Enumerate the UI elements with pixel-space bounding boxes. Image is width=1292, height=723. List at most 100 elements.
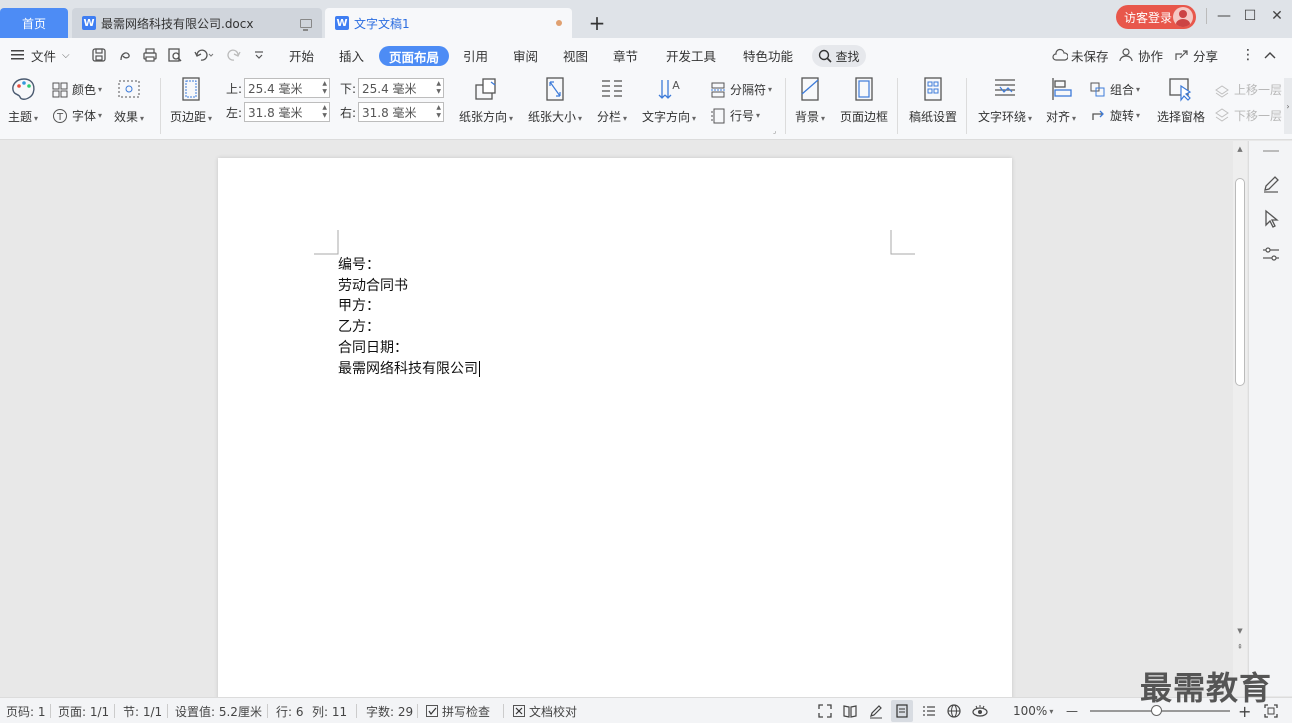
print-icon[interactable] xyxy=(142,38,158,72)
undo-icon[interactable] xyxy=(193,38,215,72)
monitor-icon[interactable] xyxy=(300,18,312,31)
menu-special-features[interactable]: 特色功能 xyxy=(743,38,793,72)
visitor-login-button[interactable]: 访客登录 xyxy=(1116,5,1196,29)
bring-forward-button[interactable]: 上移一层 xyxy=(1214,81,1282,98)
status-column[interactable]: 列: 11 xyxy=(312,698,347,723)
spell-check-button[interactable]: 拼写检查 xyxy=(426,698,490,723)
more-options-icon[interactable]: ⋮ xyxy=(1241,38,1255,72)
orientation-button[interactable]: 纸张方向 ▾ xyxy=(459,76,513,125)
export-pdf-icon[interactable] xyxy=(117,38,133,72)
margin-left-input[interactable]: 31.8 毫米 ▲ ▼ xyxy=(244,102,330,122)
margin-right-input[interactable]: 31.8 毫米 ▲ ▼ xyxy=(358,102,444,122)
unsaved-dot-icon[interactable] xyxy=(556,20,562,26)
margin-top-spinner[interactable]: 上: 25.4 毫米 ▲ ▼ xyxy=(226,78,330,98)
paper-size-button[interactable]: 纸张大小 ▾ xyxy=(528,76,582,125)
file-menu[interactable]: 文件 ⌵ xyxy=(10,38,70,72)
rotate-button[interactable]: 旋转 ▾ xyxy=(1090,107,1140,124)
zoom-out-button[interactable]: — xyxy=(1066,698,1078,723)
margin-right-spinner[interactable]: 右: 31.8 毫米 ▲ ▼ xyxy=(340,102,444,122)
document-line-last: 最需网络科技有限公司 xyxy=(338,360,480,377)
menu-view[interactable]: 视图 xyxy=(563,38,588,72)
menu-review[interactable]: 审阅 xyxy=(513,38,538,72)
send-backward-icon xyxy=(1215,107,1229,122)
close-button[interactable]: ✕ xyxy=(1267,6,1287,26)
margin-bottom-spinner[interactable]: 下: 25.4 毫米 ▲ ▼ xyxy=(340,78,444,98)
theme-button[interactable]: 主题 ▾ xyxy=(8,76,38,125)
line-numbers-button[interactable]: 行号 ▾ xyxy=(710,107,760,124)
send-backward-button[interactable]: 下移一层 xyxy=(1214,107,1282,124)
new-tab-button[interactable]: + xyxy=(585,8,609,38)
vertical-scrollbar[interactable]: ▲ ▼ ⇞ xyxy=(1233,141,1247,696)
effects-button[interactable]: 效果 ▾ xyxy=(114,76,144,125)
margin-top-input[interactable]: 25.4 毫米 ▲ ▼ xyxy=(244,78,330,98)
status-word-count[interactable]: 字数: 29 xyxy=(366,698,413,723)
status-pages[interactable]: 页面: 1/1 xyxy=(58,698,109,723)
fullscreen-icon[interactable] xyxy=(817,703,833,719)
dialog-launcher-icon[interactable]: ⌟ xyxy=(773,127,776,135)
margin-left-spinner[interactable]: 左: 31.8 毫米 ▲ ▼ xyxy=(226,102,330,122)
ribbon-scroll-right-icon[interactable]: › xyxy=(1284,78,1292,134)
columns-button[interactable]: 分栏 ▾ xyxy=(597,76,627,125)
outline-view-icon[interactable] xyxy=(921,703,937,719)
fonts-button[interactable]: T 字体 ▾ xyxy=(52,107,102,124)
scroll-up-icon[interactable]: ▲ xyxy=(1233,143,1247,155)
minimize-button[interactable]: — xyxy=(1214,6,1234,26)
menu-insert[interactable]: 插入 xyxy=(339,38,364,72)
wrap-text-button[interactable]: 文字环绕 ▾ xyxy=(978,76,1032,125)
text-direction-button[interactable]: A 文字方向 ▾ xyxy=(642,76,696,125)
margin-bottom-input[interactable]: 25.4 毫米 ▲ ▼ xyxy=(358,78,444,98)
grid-paper-button[interactable]: 稿纸设置 xyxy=(909,76,957,125)
menu-section[interactable]: 章节 xyxy=(613,38,638,72)
menu-home[interactable]: 开始 xyxy=(289,38,314,72)
save-icon[interactable] xyxy=(91,38,107,72)
customize-toolbar-icon[interactable] xyxy=(253,38,265,72)
divider xyxy=(160,78,161,134)
breaks-button[interactable]: 分隔符 ▾ xyxy=(710,81,772,98)
unsaved-button[interactable]: 未保存 xyxy=(1052,38,1109,72)
font-icon: T xyxy=(53,108,67,123)
status-section[interactable]: 节: 1/1 xyxy=(123,698,162,723)
align-button[interactable]: 对齐 ▾ xyxy=(1046,76,1076,125)
document-page[interactable]: 编号： 劳动合同书 甲方： 乙方： 合同日期： 最需网络科技有限公司 xyxy=(218,158,1012,718)
colors-icon xyxy=(52,82,68,97)
maximize-button[interactable]: ☐ xyxy=(1240,6,1260,26)
divider xyxy=(1206,8,1207,24)
tab-document-active[interactable]: W 文字文稿1 xyxy=(325,8,572,38)
status-page-number[interactable]: 页码: 1 xyxy=(6,698,46,723)
collapse-ribbon-icon[interactable] xyxy=(1263,38,1277,72)
previous-page-icon[interactable]: ⇞ xyxy=(1233,641,1247,653)
pen-icon[interactable] xyxy=(1261,174,1281,194)
selection-pane-button[interactable]: 选择窗格 xyxy=(1157,76,1205,125)
search-button[interactable]: 查找 xyxy=(812,45,866,67)
colors-button[interactable]: 颜色 ▾ xyxy=(52,81,102,98)
scroll-down-icon[interactable]: ▼ xyxy=(1233,625,1247,637)
pointer-icon[interactable] xyxy=(1261,209,1281,229)
scrollbar-thumb[interactable] xyxy=(1235,178,1245,386)
menu-page-layout[interactable]: 页面布局 xyxy=(379,46,450,66)
document-body[interactable]: 编号： 劳动合同书 甲方： 乙方： 合同日期： 最需网络科技有限公司 xyxy=(338,255,480,379)
print-preview-icon[interactable] xyxy=(167,38,183,72)
group-button[interactable]: 组合 ▾ xyxy=(1090,81,1140,98)
status-setting-value[interactable]: 设置值: 5.2厘米 xyxy=(175,698,262,723)
tab-home[interactable]: 首页 xyxy=(0,8,68,38)
proofread-button[interactable]: 文档校对 xyxy=(513,698,577,723)
eye-protection-icon[interactable] xyxy=(971,703,989,719)
background-button[interactable]: 背景 ▾ xyxy=(795,76,825,125)
web-view-icon[interactable] xyxy=(946,703,962,719)
collaborate-button[interactable]: 协作 xyxy=(1119,38,1163,72)
margins-button[interactable]: 页边距 ▾ xyxy=(170,76,212,125)
menu-developer[interactable]: 开发工具 xyxy=(666,38,716,72)
margin-right-label: 右: xyxy=(340,105,357,120)
page-border-button[interactable]: 页面边框 xyxy=(840,76,888,125)
sliders-icon[interactable] xyxy=(1261,244,1281,264)
share-button[interactable]: 分享 xyxy=(1174,38,1218,72)
drag-handle[interactable] xyxy=(1263,150,1279,152)
status-row[interactable]: 行: 6 xyxy=(276,698,304,723)
edit-mode-icon[interactable] xyxy=(868,703,884,719)
page-view-icon[interactable] xyxy=(894,703,910,719)
tab-document-docx[interactable]: W 最需网络科技有限公司.docx xyxy=(72,8,322,38)
reading-mode-icon[interactable] xyxy=(842,703,858,719)
zoom-level[interactable]: 100% ▾ xyxy=(1013,698,1053,723)
redo-icon[interactable] xyxy=(226,38,242,72)
menu-references[interactable]: 引用 xyxy=(463,38,488,72)
